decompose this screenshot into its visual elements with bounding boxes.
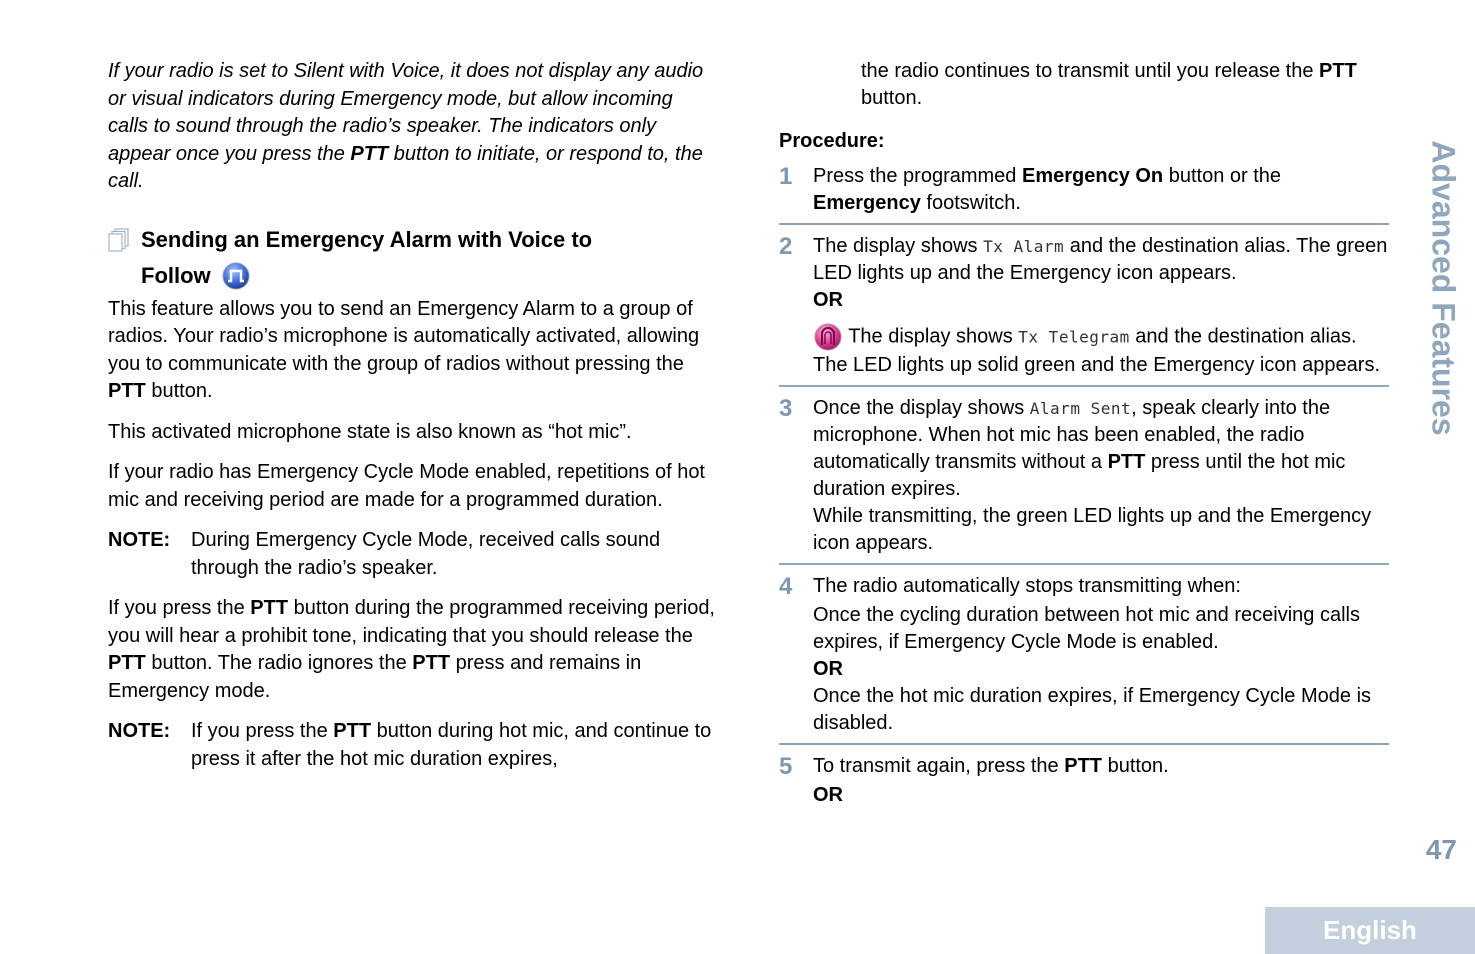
note-cycle-mode: NOTE: During Emergency Cycle Mode, recei… xyxy=(108,529,661,579)
display-text: Tx Alarm xyxy=(983,237,1065,256)
display-text: Tx Telegram xyxy=(1018,327,1130,347)
step-number: 3 xyxy=(779,395,793,422)
heading-line-1: Sending an Emergency Alarm with Voice to xyxy=(141,226,593,252)
display-text: Alarm Sent xyxy=(1029,399,1132,418)
step-number: 1 xyxy=(779,163,793,190)
note-hot-mic-ptt: NOTE: If you press the PTT button during… xyxy=(108,720,712,770)
right-column: the radio continues to transmit until yo… xyxy=(779,58,1389,823)
procedure-step: 5 To transmit again, press the PTT butto… xyxy=(779,753,1389,815)
procedure-step: 2 The display shows Tx Alarm and the des… xyxy=(779,233,1389,387)
procedure-step: 4 The radio automatically stops transmit… xyxy=(779,573,1389,745)
procedure-step: 1 Press the programmed Emergency On butt… xyxy=(779,163,1389,225)
emergency-telegram-icon xyxy=(814,323,842,351)
cycle-mode-paragraph: If your radio has Emergency Cycle Mode e… xyxy=(108,461,705,511)
chapter-side-tab: Advanced Features xyxy=(1425,140,1462,436)
procedure-step: 3 Once the display shows Alarm Sent, spe… xyxy=(779,395,1389,565)
procedure-label: Procedure: xyxy=(779,130,885,152)
section-heading: Sending an Emergency Alarm with Voice to… xyxy=(108,222,718,294)
step-number: 2 xyxy=(779,233,793,260)
ptt-receiving-paragraph: If you press the PTT button during the p… xyxy=(108,597,715,702)
left-column: If your radio is set to Silent with Voic… xyxy=(108,58,718,786)
language-tab: English xyxy=(1265,907,1475,954)
voice-to-follow-icon xyxy=(222,262,250,289)
hot-mic-definition: This activated microphone state is also … xyxy=(108,420,632,443)
page-number: 47 xyxy=(1425,834,1457,865)
step-number: 4 xyxy=(779,573,793,600)
document-stack-icon xyxy=(108,227,129,252)
feature-description: This feature allows you to send an Emerg… xyxy=(108,297,700,403)
heading-line-2: Follow xyxy=(141,262,211,288)
silent-voice-note: If your radio is set to Silent with Voic… xyxy=(108,60,704,192)
note-continuation: the radio continues to transmit until yo… xyxy=(861,60,1357,109)
step-number: 5 xyxy=(779,753,793,780)
